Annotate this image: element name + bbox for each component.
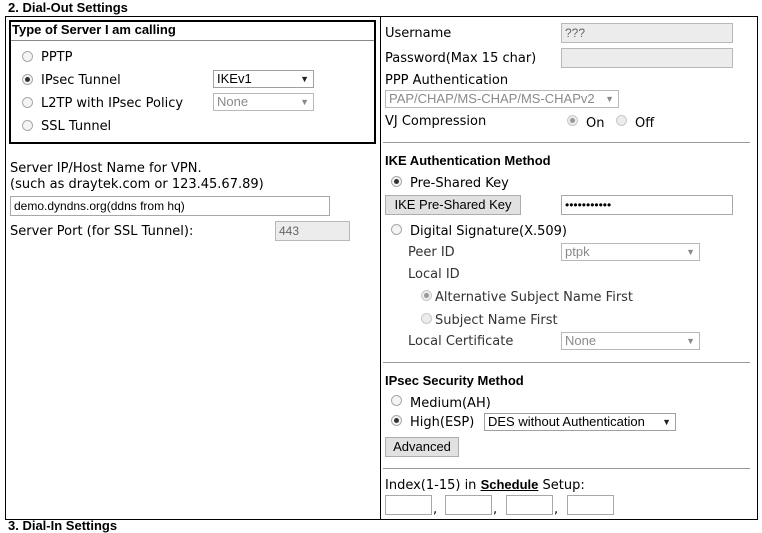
divider <box>383 468 750 469</box>
vj-on-label: On <box>586 116 605 131</box>
local-id-label: Local ID <box>408 267 460 282</box>
radio-vj-off[interactable] <box>616 115 627 126</box>
chevron-down-icon: ▼ <box>300 74 309 84</box>
server-port-input[interactable]: 443 <box>275 221 350 241</box>
radio-vj-on[interactable] <box>567 115 578 126</box>
pptp-label: PPTP <box>41 50 73 65</box>
peer-id-select[interactable]: ptpk ▼ <box>561 243 700 261</box>
schedule-link[interactable]: Schedule <box>481 477 539 492</box>
ipsec-security-title: IPsec Security Method <box>385 373 524 388</box>
schedule-index-1-input[interactable] <box>385 495 432 515</box>
section-title: 2. Dial-Out Settings <box>8 0 128 15</box>
local-certificate-label: Local Certificate <box>408 334 514 349</box>
password-input[interactable] <box>561 48 733 68</box>
schedule-separator: , <box>554 502 559 517</box>
chevron-down-icon: ▼ <box>662 417 671 427</box>
esp-method-select[interactable]: DES without Authentication ▼ <box>484 413 676 431</box>
l2tp-policy-select[interactable]: None ▼ <box>213 93 314 111</box>
divider <box>11 40 374 41</box>
chevron-down-icon: ▼ <box>686 247 695 257</box>
schedule-index-2-input[interactable] <box>445 495 492 515</box>
high-esp-label: High(ESP) <box>410 415 475 430</box>
peer-id-label: Peer ID <box>408 245 455 260</box>
peer-id-value: ptpk <box>565 244 590 259</box>
medium-ah-label: Medium(AH) <box>410 396 491 411</box>
ppp-auth-label: PPP Authentication <box>385 73 509 88</box>
schedule-prefix: Index(1-15) in <box>385 478 477 493</box>
password-label: Password(Max 15 char) <box>385 51 537 66</box>
radio-pre-shared-key[interactable] <box>391 176 402 187</box>
ppp-auth-select[interactable]: PAP/CHAP/MS-CHAP/MS-CHAPv2 ▼ <box>385 90 619 108</box>
chevron-down-icon: ▼ <box>300 97 309 107</box>
divider <box>383 142 750 143</box>
advanced-button[interactable]: Advanced <box>385 437 459 457</box>
server-type-title: Type of Server I am calling <box>12 22 176 37</box>
ppp-auth-value: PAP/CHAP/MS-CHAP/MS-CHAPv2 <box>389 91 595 106</box>
schedule-row-label: Index(1-15) in Schedule Setup: <box>385 477 585 493</box>
server-host-hint: (such as draytek.com or 123.45.67.89) <box>10 177 264 192</box>
vj-compression-label: VJ Compression <box>385 114 487 129</box>
ipsec-version-select[interactable]: IKEv1 ▼ <box>213 70 314 88</box>
column-divider <box>380 17 381 519</box>
subject-name-label: Subject Name First <box>435 313 558 328</box>
radio-digital-signature[interactable] <box>391 224 402 235</box>
username-label: Username <box>385 26 452 41</box>
radio-l2tp-ipsec[interactable] <box>22 97 33 108</box>
radio-high-esp[interactable] <box>391 415 402 426</box>
radio-ipsec-tunnel[interactable] <box>22 74 33 85</box>
local-certificate-select[interactable]: None ▼ <box>561 332 700 350</box>
server-host-label: Server IP/Host Name for VPN. <box>10 161 202 176</box>
radio-medium-ah[interactable] <box>391 395 402 406</box>
schedule-suffix: Setup: <box>542 478 585 493</box>
radio-alt-subject-name[interactable] <box>421 290 432 301</box>
l2tp-policy-value: None <box>217 94 249 109</box>
chevron-down-icon: ▼ <box>686 336 695 346</box>
vj-off-label: Off <box>635 116 655 131</box>
username-input[interactable]: ??? <box>561 23 733 43</box>
radio-pptp[interactable] <box>22 51 33 62</box>
l2tp-label: L2TP with IPsec Policy <box>41 96 184 111</box>
schedule-separator: , <box>493 502 498 517</box>
radio-subject-name[interactable] <box>421 313 432 324</box>
schedule-separator: , <box>433 502 438 517</box>
ike-auth-title: IKE Authentication Method <box>385 153 551 168</box>
ipsec-tunnel-label: IPsec Tunnel <box>41 73 121 88</box>
ike-pre-shared-key-button[interactable]: IKE Pre-Shared Key <box>385 195 521 215</box>
alt-subject-name-label: Alternative Subject Name First <box>435 290 634 305</box>
digital-signature-label: Digital Signature(X.509) <box>410 224 568 239</box>
pre-shared-key-input[interactable]: ••••••••••• <box>561 195 733 215</box>
esp-method-value: DES without Authentication <box>488 414 645 429</box>
local-certificate-value: None <box>565 333 597 348</box>
chevron-down-icon: ▼ <box>605 94 614 104</box>
ssl-tunnel-label: SSL Tunnel <box>41 119 112 134</box>
next-section-title: 3. Dial-In Settings <box>8 518 118 533</box>
divider <box>383 362 750 363</box>
server-host-input[interactable]: demo.dyndns.org(ddns from hq) <box>10 196 330 216</box>
schedule-index-3-input[interactable] <box>506 495 553 515</box>
schedule-index-4-input[interactable] <box>567 495 614 515</box>
server-port-label: Server Port (for SSL Tunnel): <box>10 224 194 239</box>
radio-ssl-tunnel[interactable] <box>22 120 33 131</box>
pre-shared-key-label: Pre-Shared Key <box>410 176 509 191</box>
ipsec-version-value: IKEv1 <box>217 71 252 86</box>
